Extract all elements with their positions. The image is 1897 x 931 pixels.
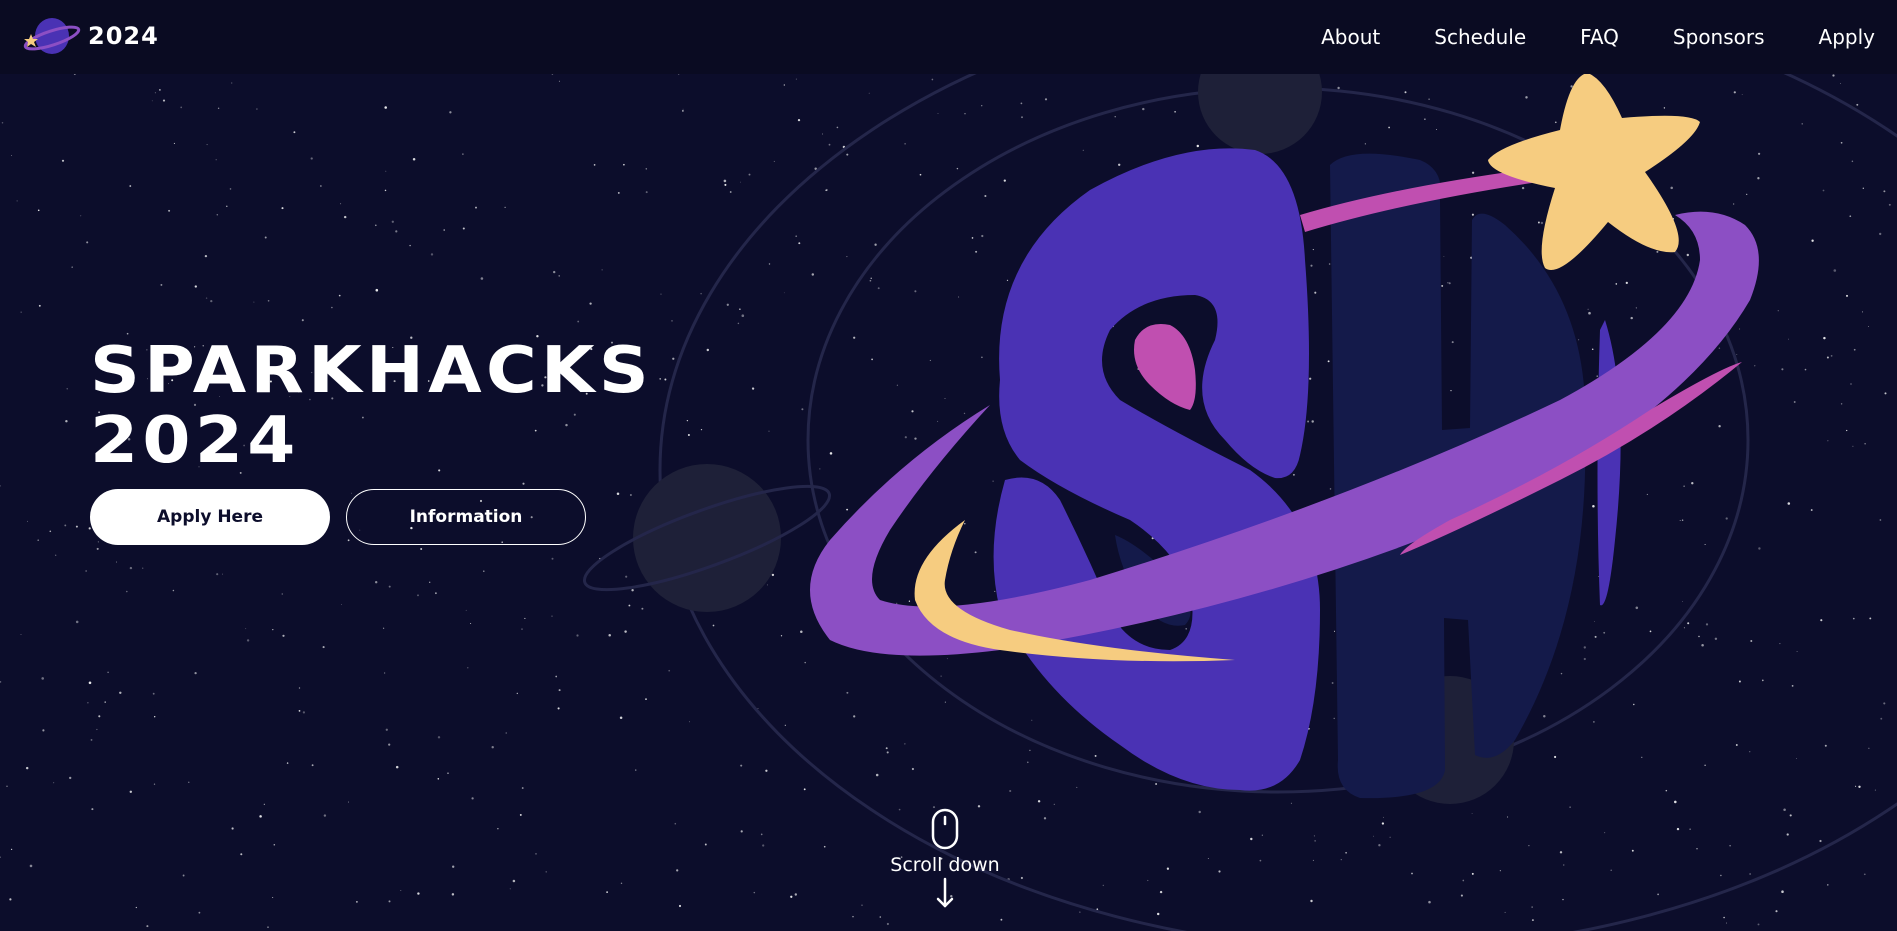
hero-title-line-2: 2024 <box>90 404 300 478</box>
information-button[interactable]: Information <box>346 489 586 545</box>
hero-title: SPARKHACKS 2024 <box>90 336 653 476</box>
nav-link-sponsors[interactable]: Sponsors <box>1673 25 1765 49</box>
apply-here-button[interactable]: Apply Here <box>90 489 330 545</box>
nav-links: About Schedule FAQ Sponsors Apply <box>1267 0 1875 74</box>
hero-title-line-1: SPARKHACKS <box>90 334 653 408</box>
top-navbar: 2024 About Schedule FAQ Sponsors Apply <box>0 0 1897 74</box>
arrow-down-icon <box>936 877 954 908</box>
scroll-down-indicator[interactable]: Scroll down <box>880 808 1010 910</box>
logo-letter-h-accent <box>1597 320 1621 606</box>
brand-year: 2024 <box>88 22 159 50</box>
mouse-icon <box>931 808 959 850</box>
background-planet-left <box>633 464 781 612</box>
logo-s-highlight <box>1134 324 1196 410</box>
brand[interactable]: 2024 <box>22 14 159 58</box>
nav-link-about[interactable]: About <box>1321 25 1380 49</box>
nav-link-schedule[interactable]: Schedule <box>1434 25 1526 49</box>
logo-letter-s <box>993 148 1320 791</box>
sparkhacks-logo-icon <box>23 18 81 54</box>
nav-link-faq[interactable]: FAQ <box>1580 25 1619 49</box>
nav-link-apply[interactable]: Apply <box>1819 25 1875 49</box>
scroll-down-label: Scroll down <box>890 854 1000 876</box>
